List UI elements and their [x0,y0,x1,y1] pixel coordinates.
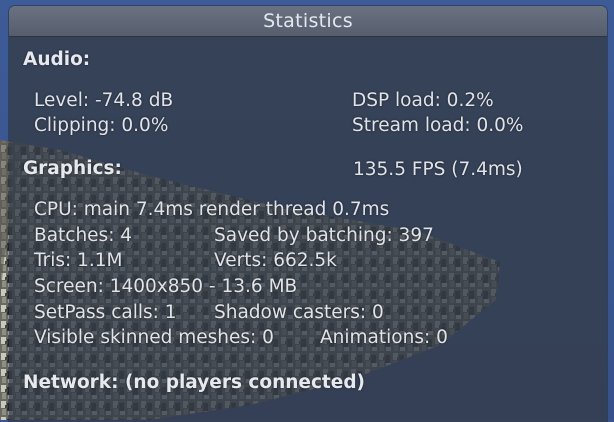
graphics-saved-by-batching: Saved by batching: 397 [214,225,434,246]
audio-clipping: Clipping: 0.0% [34,115,169,136]
window-title[interactable]: Statistics [9,6,607,37]
audio-dsp-load: DSP load: 0.2% [352,90,494,111]
graphics-verts: Verts: 662.5k [214,250,337,271]
network-status: Network: (no players connected) [23,372,366,393]
graphics-setpass-calls: SetPass calls: 1 [34,302,177,323]
graphics-fps: 135.5 FPS (7.4ms) [353,159,523,180]
graphics-visible-skinned-meshes: Visible skinned meshes: 0 [34,327,274,348]
audio-section-header: Audio: [23,49,91,70]
graphics-section-header: Graphics: [23,158,122,179]
graphics-cpu: CPU: main 7.4ms render thread 0.7ms [34,199,390,220]
graphics-shadow-casters: Shadow casters: 0 [214,302,384,323]
graphics-screen: Screen: 1400x850 - 13.6 MB [34,276,298,297]
audio-level: Level: -74.8 dB [34,90,174,111]
graphics-tris: Tris: 1.1M [34,250,123,271]
audio-stream-load: Stream load: 0.0% [352,115,524,136]
graphics-batches: Batches: 4 [34,225,133,246]
graphics-animations: Animations: 0 [320,327,448,348]
